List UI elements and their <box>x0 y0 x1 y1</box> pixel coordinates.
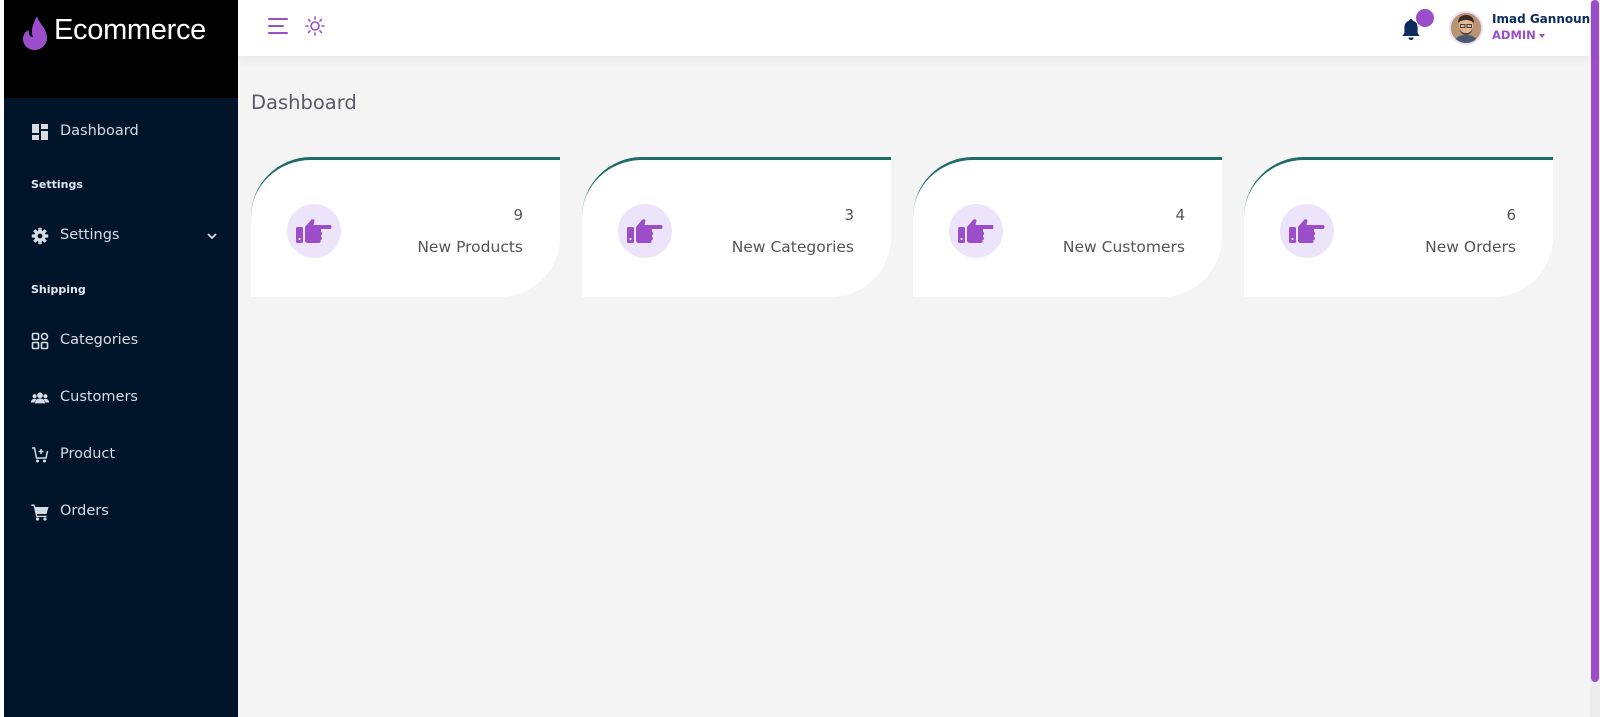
gear-icon <box>31 227 49 245</box>
stat-card-products[interactable]: 9 New Products <box>251 157 560 297</box>
sidebar-item-label: Dashboard <box>60 123 139 139</box>
stat-value: 9 <box>513 206 523 224</box>
stat-value: 6 <box>1506 206 1516 224</box>
sidebar-item-settings[interactable]: Settings <box>4 218 238 254</box>
cart-plus-icon <box>32 447 49 463</box>
sidebar-item-label: Categories <box>60 332 139 348</box>
sidebar-item-customers[interactable]: Customers <box>4 380 238 416</box>
main-content: Dashboard 9 New Products 3 New Categorie… <box>238 0 1590 717</box>
hand-pointing-right-icon <box>287 204 341 258</box>
stat-label: New Products <box>417 238 523 256</box>
users-icon <box>31 392 49 404</box>
stat-card-categories[interactable]: 3 New Categories <box>582 157 891 297</box>
hand-pointing-right-icon <box>949 204 1003 258</box>
stat-card-customers[interactable]: 4 New Customers <box>913 157 1222 297</box>
stat-label: New Categories <box>731 238 854 256</box>
sidebar-item-dashboard[interactable]: Dashboard <box>4 114 238 150</box>
dashboard-icon <box>32 124 48 140</box>
flame-logo-icon <box>23 16 47 50</box>
user-role: ADMIN <box>1492 28 1536 42</box>
sidebar-item-label: Orders <box>60 503 109 519</box>
stat-card-orders[interactable]: 6 New Orders <box>1244 157 1553 297</box>
sidebar-item-categories[interactable]: Categories <box>4 323 238 359</box>
scrollbar-thumb[interactable] <box>1591 0 1599 682</box>
top-bar: Imad Gannoun ADMIN <box>238 0 1590 56</box>
sidebar-item-product[interactable]: Product <box>4 437 238 473</box>
hand-pointing-right-icon <box>618 204 672 258</box>
sidebar-item-label: Settings <box>60 227 120 243</box>
avatar[interactable] <box>1449 11 1483 45</box>
notification-badge <box>1416 9 1434 27</box>
sun-icon[interactable] <box>305 16 325 36</box>
sidebar-item-orders[interactable]: Orders <box>4 494 238 530</box>
brand-header: Ecommerce <box>4 0 238 98</box>
stat-value: 3 <box>844 206 854 224</box>
user-role-dropdown[interactable]: ADMIN <box>1492 28 1545 42</box>
hand-pointing-right-icon <box>1280 204 1334 258</box>
grid-icon <box>31 332 49 350</box>
stat-label: New Customers <box>1062 238 1185 256</box>
shopping-cart-icon <box>31 504 49 521</box>
caret-down-icon <box>1538 33 1545 38</box>
hamburger-icon[interactable] <box>268 17 288 35</box>
sidebar-item-label: Customers <box>60 389 138 405</box>
chevron-down-icon <box>207 233 217 240</box>
user-name: Imad Gannoun <box>1492 12 1591 26</box>
brand-name[interactable]: Ecommerce <box>54 14 206 47</box>
sidebar-section-settings: Settings <box>31 178 83 191</box>
sidebar: Ecommerce Dashboard Settings Settings Sh… <box>4 0 238 717</box>
sidebar-section-shipping: Shipping <box>31 283 86 296</box>
stat-value: 4 <box>1175 206 1185 224</box>
page-title: Dashboard <box>251 91 357 114</box>
stat-label: New Orders <box>1425 238 1516 256</box>
sidebar-item-label: Product <box>60 446 116 462</box>
